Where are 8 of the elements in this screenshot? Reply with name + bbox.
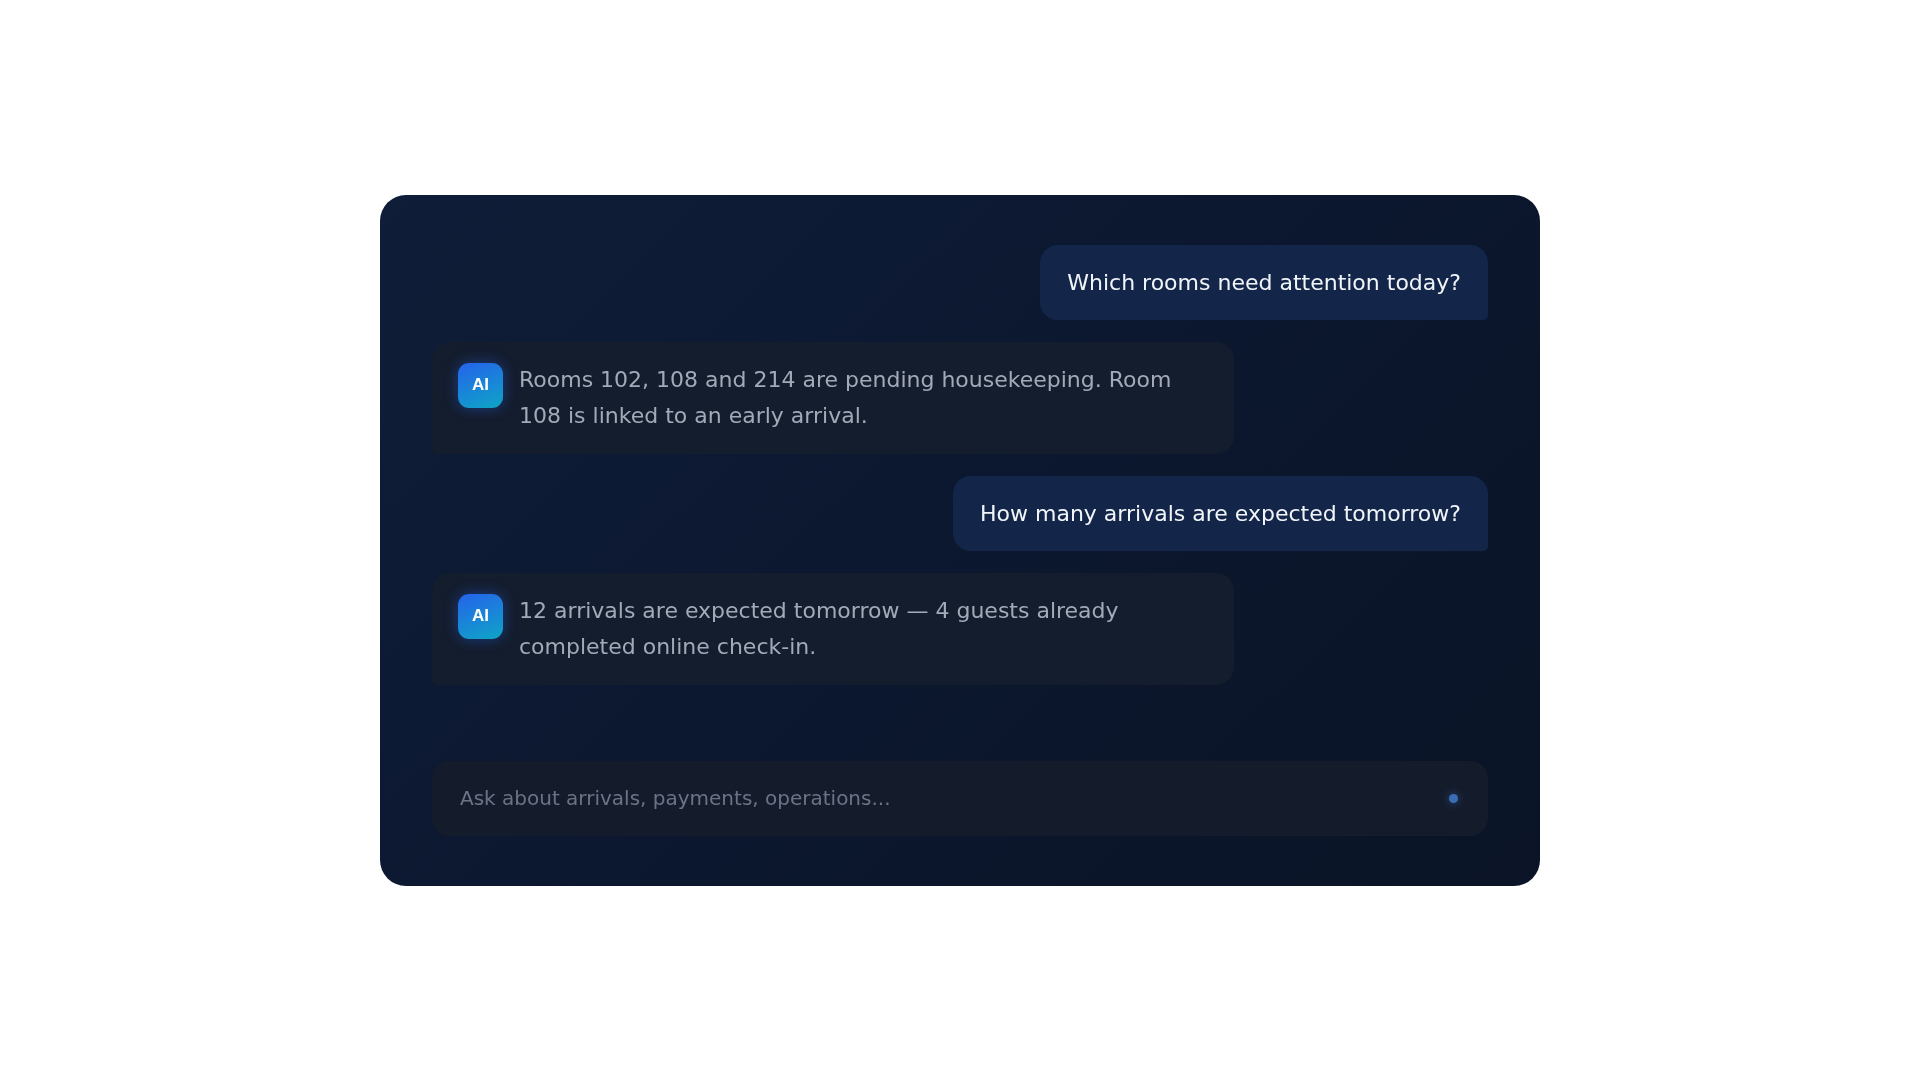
user-message: How many arrivals are expected tomorrow? — [953, 475, 1488, 551]
ai-avatar: AI — [458, 593, 503, 639]
user-message: Which rooms need attention today? — [1040, 244, 1488, 320]
ai-avatar: AI — [458, 362, 503, 408]
message-input[interactable]: Ask about arrivals, payments, operations... — [432, 760, 1488, 836]
assistant-message-text: 12 arrivals are expected tomorrow — 4 guests already completed online check-in. — [519, 596, 1120, 661]
assistant-message-text: Rooms 102, 108 and 214 are pending housekeeping. Room 108 is linked to an early arrival. — [519, 365, 1173, 430]
status-dot-icon — [1449, 793, 1458, 803]
